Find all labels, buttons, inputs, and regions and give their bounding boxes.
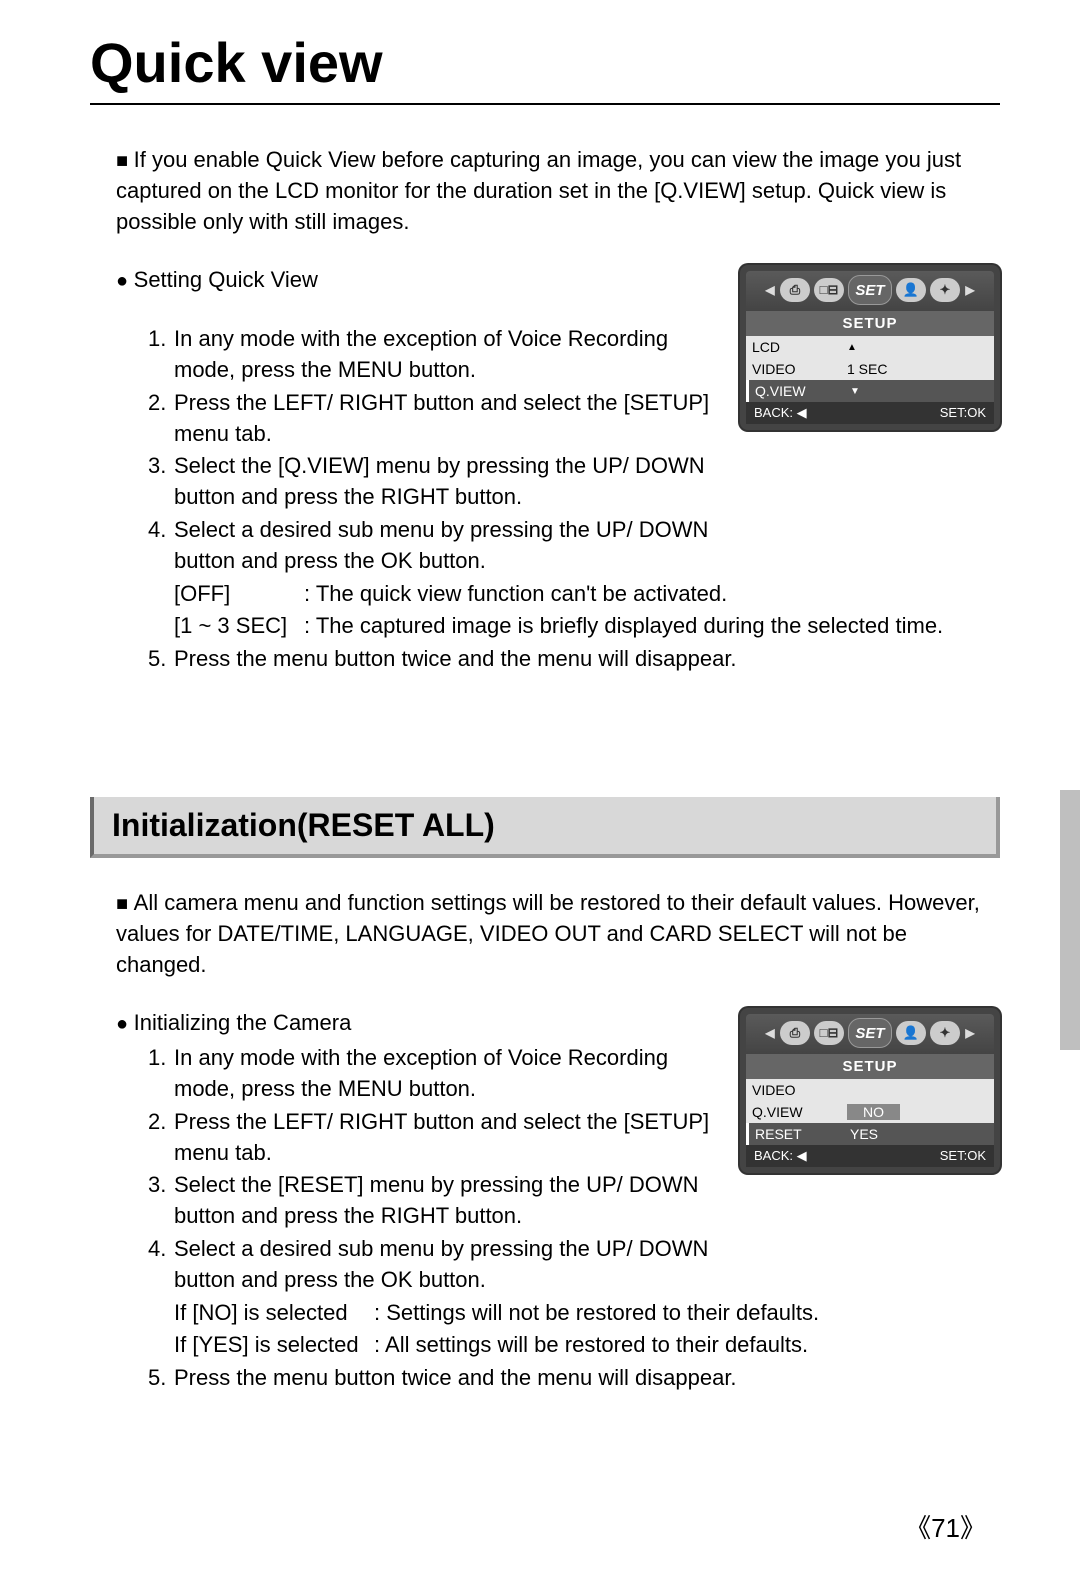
side-margin-tab — [1060, 790, 1080, 1050]
opt-yes-label: If [YES] is selected — [174, 1330, 374, 1361]
lcd-yes: YES — [850, 1126, 878, 1142]
step-1: In any mode with the exception of Voice … — [174, 324, 716, 386]
lcd-title-2: SETUP — [746, 1054, 994, 1079]
step-2: Press the LEFT/ RIGHT button and select … — [174, 388, 716, 450]
rstep-4: Select a desired sub menu by pressing th… — [174, 1234, 716, 1296]
set-tab: SET — [848, 1018, 892, 1048]
globe-icon: ✦ — [930, 278, 960, 302]
page: Quick view If you enable Quick View befo… — [0, 0, 1080, 1585]
lcd-footer-set: SET:OK — [940, 405, 986, 421]
lcd-value-sec: 1 SEC — [847, 361, 887, 377]
section2-heading: Initialization(RESET ALL) — [90, 797, 1000, 858]
reset-options: If [NO] is selectedSettings will not be … — [90, 1298, 1000, 1362]
step-4: Select a desired sub menu by pressing th… — [174, 515, 716, 577]
mycam-icon: 👤 — [896, 1021, 926, 1045]
rstep-2: Press the LEFT/ RIGHT button and select … — [174, 1107, 716, 1169]
lcd-footer-back: BACK: ◀ — [754, 405, 807, 421]
step-5: Press the menu button twice and the menu… — [174, 644, 1000, 675]
lcd-row-reset: RESET — [755, 1126, 850, 1142]
lcd-quickview: ◀ ⎙ □⊟ SET 👤 ✦ ▶ SETUP LCD▲ VIDEO1 SEC Q… — [740, 265, 1000, 430]
opt-off-desc: The quick view function can't be activat… — [304, 579, 1000, 610]
reset-intro: All camera menu and function settings wi… — [90, 888, 1000, 980]
lcd-tabs-2: ◀ ⎙ □⊟ SET 👤 ✦ ▶ — [746, 1014, 994, 1054]
rstep-5: Press the menu button twice and the menu… — [174, 1363, 1000, 1394]
intro-text: If you enable Quick View before capturin… — [90, 145, 1000, 237]
set-tab: SET — [848, 275, 892, 305]
lcd-footer-back-2: BACK: ◀ — [754, 1148, 807, 1164]
opt-no-desc: Settings will not be restored to their d… — [374, 1298, 1000, 1329]
right-arrow-icon: ▶ — [964, 278, 976, 302]
lcd-row-video2: VIDEO — [752, 1082, 847, 1098]
opt-sec-label: [1 ~ 3 SEC] — [174, 611, 304, 642]
globe-icon: ✦ — [930, 1021, 960, 1045]
lcd-row-lcd: LCD — [752, 339, 847, 355]
rstep-1: In any mode with the exception of Voice … — [174, 1043, 716, 1105]
printer-icon: ⎙ — [780, 1021, 810, 1045]
album-icon: □⊟ — [814, 1021, 844, 1045]
setting-heading: Setting Quick View — [90, 265, 716, 296]
qv-options: [OFF]The quick view function can't be ac… — [90, 579, 1000, 643]
step-3: Select the [Q.VIEW] menu by pressing the… — [174, 451, 716, 513]
lcd-row-video: VIDEO — [752, 361, 847, 377]
reset-heading: Initializing the Camera — [90, 1008, 716, 1039]
rstep-3: Select the [RESET] menu by pressing the … — [174, 1170, 716, 1232]
steps-list: 1.In any mode with the exception of Voic… — [90, 324, 716, 576]
lcd-tabs: ◀ ⎙ □⊟ SET 👤 ✦ ▶ — [746, 271, 994, 311]
reset-block: Initializing the Camera 1.In any mode wi… — [90, 1008, 1000, 1297]
printer-icon: ⎙ — [780, 278, 810, 302]
opt-sec-desc: The captured image is briefly displayed … — [304, 611, 1000, 642]
lcd-row-qview2: Q.VIEW — [752, 1104, 847, 1120]
left-arrow-icon: ◀ — [764, 1021, 776, 1045]
album-icon: □⊟ — [814, 278, 844, 302]
page-number: 《71》 — [905, 1508, 986, 1545]
lcd-reset: ◀ ⎙ □⊟ SET 👤 ✦ ▶ SETUP VIDEO Q.VIEWNO RE… — [740, 1008, 1000, 1173]
opt-off-label: [OFF] — [174, 579, 304, 610]
page-title: Quick view — [90, 30, 1000, 105]
lcd-footer-set-2: SET:OK — [940, 1148, 986, 1164]
lcd-row-qview: Q.VIEW — [755, 383, 850, 399]
quick-view-block: Setting Quick View 1.In any mode with th… — [90, 265, 1000, 578]
lcd-no: NO — [847, 1104, 900, 1120]
opt-no-label: If [NO] is selected — [174, 1298, 374, 1329]
right-arrow-icon: ▶ — [964, 1021, 976, 1045]
lcd-title: SETUP — [746, 311, 994, 336]
left-arrow-icon: ◀ — [764, 278, 776, 302]
mycam-icon: 👤 — [896, 278, 926, 302]
opt-yes-desc: All settings will be restored to their d… — [374, 1330, 1000, 1361]
reset-steps: 1.In any mode with the exception of Voic… — [90, 1043, 716, 1295]
